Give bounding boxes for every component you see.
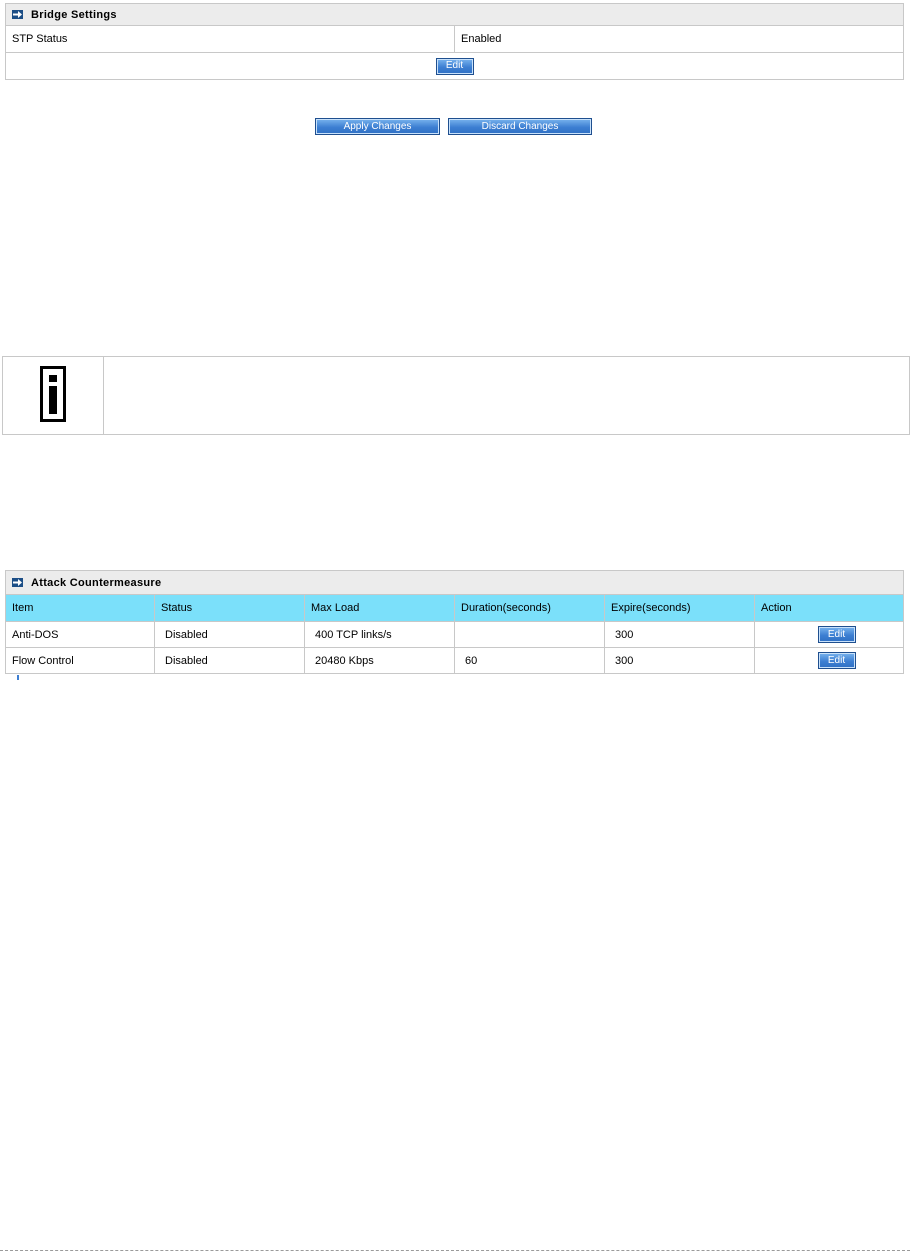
expire-cell: 300 xyxy=(604,648,754,673)
column-header: Max Load xyxy=(304,595,454,621)
text-cursor xyxy=(17,675,19,680)
stp-status-label: STP Status xyxy=(12,33,68,45)
column-header: Status xyxy=(154,595,304,621)
discard-changes-button[interactable]: Discard Changes xyxy=(448,118,592,135)
anti-dos-edit-button[interactable]: Edit xyxy=(817,626,856,643)
stp-status-value: Enabled xyxy=(454,26,903,52)
stp-status-row: STP Status Enabled xyxy=(6,26,903,52)
bridge-settings-header: Bridge Settings xyxy=(6,4,903,26)
max-load-cell: 400 TCP links/s xyxy=(304,622,454,647)
item-cell: Flow Control xyxy=(12,654,74,667)
column-header: Action xyxy=(754,595,903,621)
status-cell: Disabled xyxy=(154,648,304,673)
bridge-settings-title: Bridge Settings xyxy=(31,8,117,21)
max-load-cell: 20480 Kbps xyxy=(304,648,454,673)
status-cell: Disabled xyxy=(154,622,304,647)
flow-control-edit-button[interactable]: Edit xyxy=(817,652,856,669)
info-icon xyxy=(40,366,66,425)
bridge-settings-panel: Bridge Settings STP Status Enabled Edit xyxy=(5,3,904,80)
table-row: Flow Control Disabled 20480 Kbps 60 300 … xyxy=(6,647,903,673)
duration-cell xyxy=(454,622,604,647)
bridge-edit-row: Edit xyxy=(6,52,903,79)
column-header: Duration(seconds) xyxy=(454,595,604,621)
column-header: Item xyxy=(12,602,34,614)
action-cell: Edit xyxy=(754,622,903,647)
duration-cell: 60 xyxy=(454,648,604,673)
bridge-edit-button[interactable]: Edit xyxy=(435,57,474,75)
note-icon-cell xyxy=(3,357,104,434)
apply-changes-button[interactable]: Apply Changes xyxy=(315,118,440,135)
action-cell: Edit xyxy=(754,648,903,673)
arrow-right-icon xyxy=(12,578,23,587)
table-row: Anti-DOS Disabled 400 TCP links/s 300 Ed… xyxy=(6,621,903,647)
info-note-box xyxy=(2,356,910,435)
page-footer-divider xyxy=(0,1250,910,1251)
note-text-cell xyxy=(104,357,909,434)
expire-cell: 300 xyxy=(604,622,754,647)
arrow-right-icon xyxy=(12,10,23,19)
attack-countermeasure-panel: Attack Countermeasure Item Status Max Lo… xyxy=(5,570,904,674)
table-header-row: Item Status Max Load Duration(seconds) E… xyxy=(6,595,903,621)
attack-countermeasure-header: Attack Countermeasure xyxy=(6,571,903,595)
attack-countermeasure-title: Attack Countermeasure xyxy=(31,576,162,589)
column-header: Expire(seconds) xyxy=(604,595,754,621)
item-cell: Anti-DOS xyxy=(12,628,59,641)
